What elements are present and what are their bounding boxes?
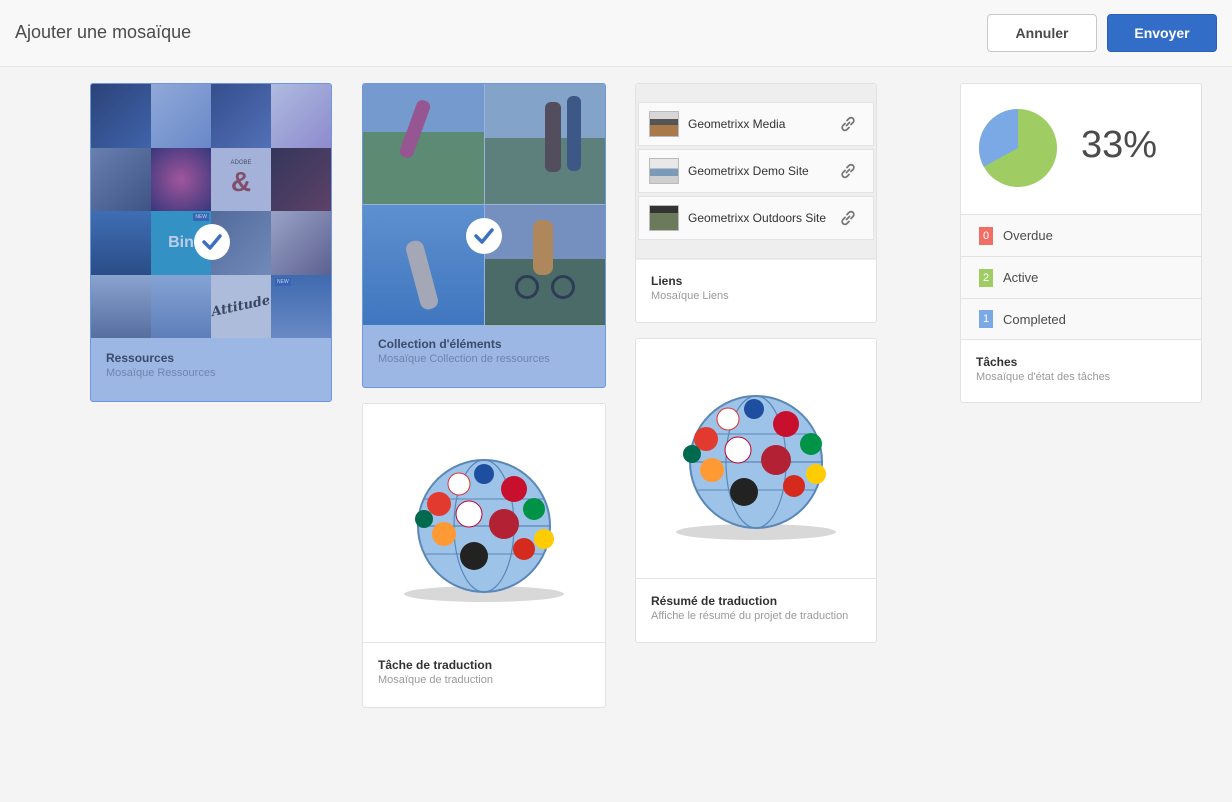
thumb: NEW	[271, 274, 331, 338]
task-row-label: Overdue	[1003, 228, 1053, 243]
link-label: Geometrixx Demo Site	[688, 164, 809, 178]
collection-thumbnail-grid	[363, 84, 605, 325]
task-row-label: Active	[1003, 270, 1039, 285]
thumb: ADOBE &	[211, 147, 271, 211]
thumb-text: Bin	[168, 233, 194, 251]
thumb	[151, 84, 211, 148]
globe-image	[636, 339, 876, 579]
tile-subtitle: Mosaïque Collection de ressources	[378, 353, 550, 365]
task-row-overdue[interactable]: 0 Overdue	[961, 214, 1201, 256]
thumb-cyclist	[485, 205, 605, 325]
tile-footer: Tâches Mosaïque d'état des tâches	[961, 340, 1201, 402]
tile-footer: Collection d'éléments Mosaïque Collectio…	[363, 322, 605, 387]
tile-title: Tâches	[976, 355, 1018, 369]
thumb	[211, 84, 271, 148]
links-list: Geometrixx Media Geometrixx Demo Site Ge…	[636, 84, 876, 260]
link-label: Geometrixx Media	[688, 117, 786, 131]
link-icon	[837, 160, 859, 182]
link-item[interactable]: Geometrixx Media	[638, 102, 874, 146]
task-count-badge: 0	[979, 226, 993, 245]
site-thumbnail	[649, 205, 679, 231]
tile-translation-task[interactable]: Tâche de traduction Mosaïque de traducti…	[362, 403, 606, 708]
tile-footer: Résumé de traduction Affiche le résumé d…	[636, 578, 876, 642]
tile-title: Tâche de traduction	[378, 658, 493, 672]
tile-tasks[interactable]: 33% 0 Overdue 2 Active 1 Completed Tâche…	[960, 83, 1202, 403]
completion-percent: 33%	[1081, 124, 1158, 166]
thumb-runner	[363, 84, 484, 204]
tile-subtitle: Mosaïque Ressources	[106, 367, 216, 379]
tile-title: Collection d'éléments	[378, 337, 502, 351]
header-bar: Ajouter une mosaïque Annuler Envoyer	[0, 0, 1232, 67]
thumb-dancer	[363, 205, 484, 325]
tile-subtitle: Mosaïque d'état des tâches	[976, 371, 1111, 383]
task-row-completed[interactable]: 1 Completed	[961, 298, 1201, 340]
new-badge-2: NEW	[275, 277, 291, 286]
link-label: Geometrixx Outdoors Site	[688, 211, 827, 225]
tile-title: Liens	[651, 274, 683, 288]
link-item[interactable]: Geometrixx Outdoors Site	[638, 196, 874, 240]
task-count-badge: 2	[979, 268, 993, 287]
thumb: Attitude	[211, 274, 271, 338]
resources-thumbnail-grid: ADOBE & Bin NEW Attitude NEW	[91, 84, 331, 338]
site-thumbnail	[649, 111, 679, 137]
new-badge: NEW	[193, 213, 209, 221]
thumb-hikers	[485, 84, 605, 204]
thumb	[271, 84, 331, 148]
thumb	[91, 211, 151, 275]
selected-check-icon	[194, 224, 230, 260]
thumb	[151, 274, 211, 338]
tile-links[interactable]: Geometrixx Media Geometrixx Demo Site Ge…	[635, 83, 877, 323]
task-count-badge: 1	[979, 310, 993, 328]
thumb	[151, 147, 211, 211]
thumb-text: Attitude	[211, 292, 271, 320]
globe-image	[363, 404, 605, 644]
tile-title: Résumé de traduction	[651, 594, 778, 608]
task-row-active[interactable]: 2 Active	[961, 256, 1201, 298]
tasks-summary: 33%	[961, 84, 1201, 214]
thumb	[271, 211, 331, 275]
tile-resources[interactable]: ADOBE & Bin NEW Attitude NEW Ressources …	[90, 83, 332, 402]
tile-subtitle: Affiche le résumé du projet de traductio…	[651, 610, 849, 622]
selected-check-icon	[466, 218, 502, 254]
link-item[interactable]: Geometrixx Demo Site	[638, 149, 874, 193]
link-icon	[837, 207, 859, 229]
tile-translation-summary[interactable]: Résumé de traduction Affiche le résumé d…	[635, 338, 877, 643]
tile-footer: Tâche de traduction Mosaïque de traducti…	[363, 642, 605, 707]
link-icon	[837, 113, 859, 135]
cancel-button[interactable]: Annuler	[987, 14, 1097, 52]
tile-subtitle: Mosaïque Liens	[651, 290, 729, 302]
thumb	[91, 147, 151, 211]
tile-title: Ressources	[106, 351, 175, 365]
task-row-label: Completed	[1003, 311, 1066, 327]
thumb	[91, 84, 151, 148]
tile-subtitle: Mosaïque de traduction	[378, 674, 493, 686]
tile-collection[interactable]: Collection d'éléments Mosaïque Collectio…	[362, 83, 606, 388]
tile-footer: Ressources Mosaïque Ressources	[91, 336, 331, 401]
tile-footer: Liens Mosaïque Liens	[636, 258, 876, 322]
submit-button[interactable]: Envoyer	[1107, 14, 1217, 52]
page-title: Ajouter une mosaïque	[15, 22, 192, 42]
thumb	[91, 274, 151, 338]
site-thumbnail	[649, 158, 679, 184]
thumb	[271, 147, 331, 211]
task-completion-pie	[979, 109, 1057, 187]
